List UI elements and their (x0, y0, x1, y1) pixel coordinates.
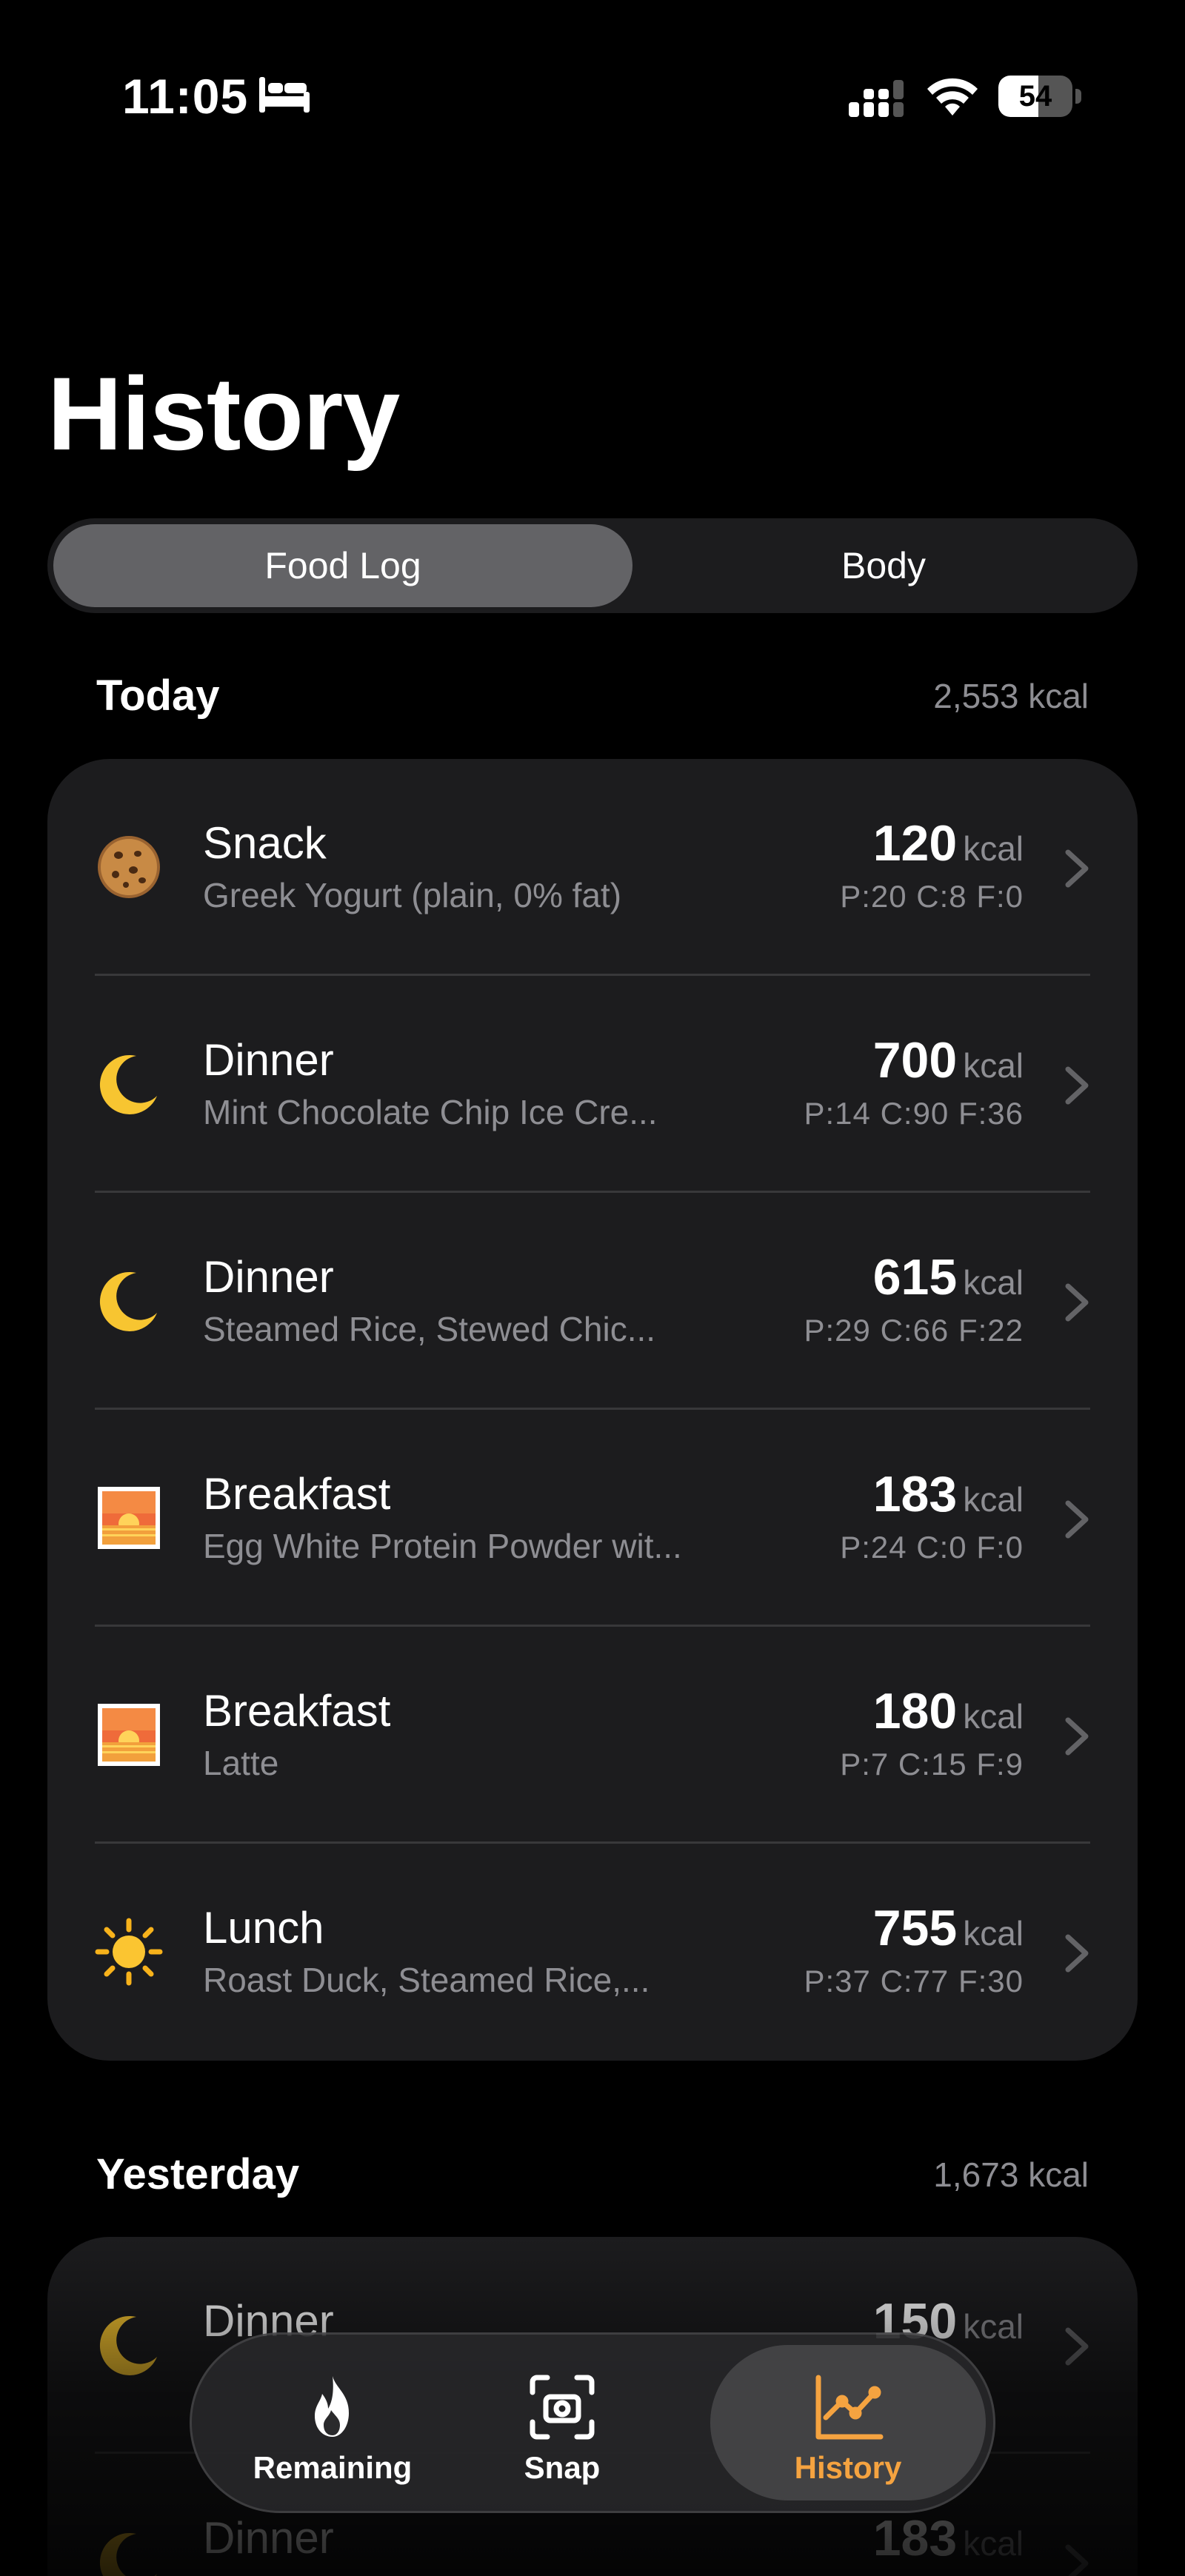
page-title: History (47, 355, 400, 472)
today-entries-card: Snack Greek Yogurt (plain, 0% fat) 120 kcal… (47, 759, 1138, 2061)
meal-calories: 615 kcal (873, 1249, 1024, 1319)
section-title: Yesterday (96, 2150, 300, 2198)
view-segmented-control: Food Log Body (47, 518, 1138, 613)
section-total-kcal: 2,553 kcal (933, 677, 1089, 715)
tab-label: Snap (524, 2450, 601, 2485)
meal-entry-row[interactable]: Snack Greek Yogurt (plain, 0% fat) 120 kcal… (47, 759, 1138, 976)
camera-scan-icon (530, 2375, 595, 2440)
calorie-value: 615 (872, 1249, 958, 1305)
chevron-right-icon (1064, 1499, 1090, 1540)
meal-type: Lunch (203, 1903, 324, 1953)
calorie-unit: kcal (963, 1263, 1024, 1302)
line-chart-icon (815, 2375, 884, 2440)
meal-type: Breakfast (203, 1469, 391, 1519)
calorie-value: 183 (872, 1466, 958, 1522)
chevron-right-icon (1064, 1933, 1090, 1974)
tab-history[interactable]: History (710, 2345, 986, 2500)
meal-description: Mint Chocolate Chip Ice Cre... (203, 1093, 658, 1131)
section-header-today: Today 2,553 kcal (0, 666, 1185, 726)
calorie-value: 180 (872, 1683, 958, 1739)
meal-type: Breakfast (203, 1686, 391, 1736)
calorie-unit: kcal (963, 1480, 1024, 1519)
sun-icon (95, 1918, 163, 1986)
calorie-value: 755 (872, 1900, 958, 1956)
section-title: Today (96, 672, 220, 720)
chevron-right-icon (1064, 1282, 1090, 1323)
chevron-right-icon (1064, 848, 1090, 889)
meal-entry-row[interactable]: Breakfast Egg White Protein Powder wit...… (47, 1410, 1138, 1627)
moon-icon (95, 1267, 163, 1335)
meal-macros: P:20 C:8 F:0 (840, 879, 1024, 914)
meal-macros: P:14 C:90 F:36 (804, 1096, 1024, 1131)
calorie-unit: kcal (963, 1046, 1024, 1085)
moon-icon (95, 1050, 163, 1118)
segment-food-log[interactable]: Food Log (53, 524, 632, 607)
sunrise-icon (95, 1484, 163, 1552)
calorie-unit: kcal (963, 1697, 1024, 1736)
meal-description: Steamed Rice, Stewed Chic... (203, 1310, 656, 1348)
section-total-kcal: 1,673 kcal (933, 2155, 1089, 2194)
meal-type: Dinner (203, 1035, 334, 1085)
meal-calories: 700 kcal (873, 1032, 1024, 1103)
meal-macros: P:24 C:0 F:0 (840, 1530, 1024, 1565)
meal-description: Greek Yogurt (plain, 0% fat) (203, 876, 622, 914)
tab-bar: Remaining Snap History (190, 2332, 995, 2513)
meal-description: Latte (203, 1744, 279, 1782)
battery-indicator: 54 (998, 76, 1081, 117)
tab-label: Remaining (253, 2450, 413, 2485)
meal-entry-row[interactable]: Lunch Roast Duck, Steamed Rice,... 755 kcal… (47, 1844, 1138, 2061)
tab-snap[interactable]: Snap (473, 2345, 651, 2500)
chevron-right-icon (1064, 1716, 1090, 1757)
status-time: 11:05 (122, 69, 249, 124)
meal-calories: 183kcal (873, 1466, 1024, 1536)
meal-type: Dinner (203, 1252, 334, 1302)
tab-remaining[interactable]: Remaining (221, 2345, 444, 2500)
meal-calories: 120 kcal (873, 815, 1024, 886)
flame-icon (315, 2376, 349, 2437)
meal-macros: P:37 C:77 F:30 (804, 1964, 1024, 1998)
meal-calories: 180 kcal (873, 1683, 1024, 1753)
calorie-unit: kcal (963, 829, 1024, 868)
meal-description: Roast Duck, Steamed Rice,... (203, 1961, 650, 1999)
meal-macros: P:29 C:66 F:22 (804, 1313, 1024, 1348)
meal-entry-row[interactable]: Dinner Mint Chocolate Chip Ice Cre... 700 k… (47, 976, 1138, 1193)
meal-type: Snack (203, 818, 327, 868)
tab-label: History (794, 2450, 902, 2485)
meal-entry-row[interactable]: Breakfast Latte 180 kcal P:7 C:15 F:9 (47, 1627, 1138, 1844)
meal-entry-row[interactable]: Dinner Steamed Rice, Stewed Chic... 615 kca… (47, 1193, 1138, 1410)
calorie-unit: kcal (963, 1914, 1024, 1953)
bed-icon (259, 77, 310, 113)
calorie-value: 120 (872, 815, 958, 872)
calorie-value: 700 (872, 1032, 958, 1088)
meal-macros: P:7 C:15 F:9 (840, 1747, 1024, 1782)
meal-description: Egg White Protein Powder wit... (203, 1527, 682, 1565)
cellular-signal-icon (849, 80, 904, 117)
wifi-icon (927, 78, 978, 116)
meal-calories: 755 kcal (873, 1900, 1024, 1970)
section-header-yesterday: Yesterday 1,673 kcal (0, 2145, 1185, 2204)
chevron-right-icon (1064, 1065, 1090, 1106)
battery-percent: 54 (1018, 80, 1052, 113)
status-bar: 11:05 54 (0, 0, 1185, 193)
cookie-icon (95, 833, 163, 901)
sunrise-icon (95, 1701, 163, 1769)
segment-body[interactable]: Body (635, 524, 1132, 607)
